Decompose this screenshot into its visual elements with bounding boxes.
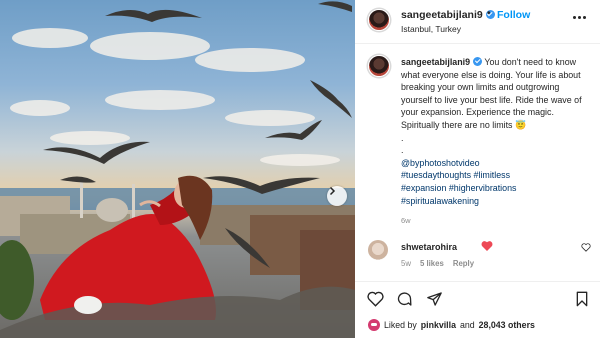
post-caption: sangeetabijlani9 You don't need to know … [401, 56, 587, 207]
commenter-username[interactable]: shwetarohira [401, 242, 457, 252]
caption-username[interactable]: sangeetabijlani9 [401, 57, 470, 67]
follow-button[interactable]: Follow [497, 9, 530, 21]
photo-artwork [0, 1, 355, 338]
clouds [10, 28, 340, 166]
comment-likes-count[interactable]: 5 likes [420, 259, 444, 268]
liker-avatar[interactable] [368, 319, 380, 331]
liked-by-prefix: Liked by [384, 320, 417, 330]
commenter-avatar[interactable] [368, 240, 388, 260]
heart-emoji-icon [481, 241, 493, 251]
caption-timestamp[interactable]: 6w [401, 216, 411, 225]
likes-count[interactable]: 28,043 others [479, 320, 535, 330]
avatar[interactable] [368, 9, 390, 31]
separator-dot: • [487, 8, 491, 19]
chevron-right-icon [329, 186, 336, 196]
verified-badge-icon [473, 57, 483, 66]
bookmark-icon[interactable] [575, 291, 589, 307]
hashtag-link[interactable]: #tuesdaythoughts [401, 170, 471, 180]
post-location[interactable]: Istanbul, Turkey [401, 24, 461, 34]
post-author-username-text[interactable]: sangeetabijlani9 [401, 9, 483, 21]
likes-summary[interactable]: Liked by pinkvilla and 28,043 others [368, 319, 535, 331]
hashtag-link[interactable]: #expansion [401, 183, 446, 193]
hashtag-link[interactable]: #limitless [474, 170, 511, 180]
more-options-icon[interactable] [573, 10, 589, 24]
post-photo[interactable] [0, 0, 355, 338]
reply-button[interactable]: Reply [453, 259, 474, 268]
comment-meta: 5w 5 likes Reply [401, 259, 474, 268]
action-bar [355, 281, 600, 315]
heart-outline-icon[interactable] [367, 291, 384, 307]
hashtag-link[interactable]: #highervibrations [449, 183, 517, 193]
next-photo-button[interactable] [327, 186, 347, 206]
hashtag-link[interactable]: #spiritualawakening [401, 196, 479, 206]
comment-bubble-icon[interactable] [396, 291, 413, 307]
caption-dot: . [401, 145, 404, 156]
caption-avatar[interactable] [368, 55, 390, 77]
post-side-panel: sangeetabijlani9 • Follow Istanbul, Turk… [355, 0, 600, 338]
post-header: sangeetabijlani9 • Follow Istanbul, Turk… [355, 0, 600, 44]
post-author-username[interactable]: sangeetabijlani9 [401, 9, 495, 21]
liker-username[interactable]: pinkvilla [421, 320, 456, 330]
comment-like-icon[interactable] [581, 243, 591, 252]
comment-timestamp[interactable]: 5w [401, 259, 411, 268]
caption-emoji: 😇 [514, 119, 527, 130]
caption-text: You don't need to know what everyone els… [401, 57, 582, 130]
mention-link[interactable]: @byphotoshotvideo [401, 158, 480, 168]
caption-dot: . [401, 132, 404, 143]
paper-plane-icon[interactable] [426, 291, 443, 307]
liked-by-conjunction: and [459, 320, 475, 330]
